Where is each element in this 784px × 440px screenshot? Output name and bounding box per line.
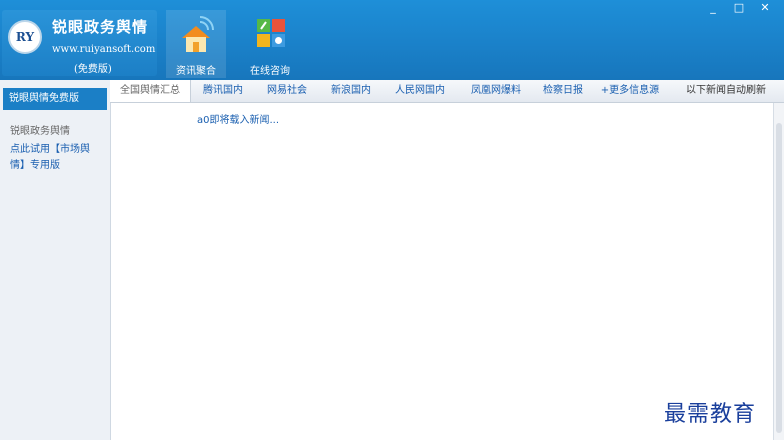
tab-news-aggregation[interactable]: 资讯聚合 (166, 10, 226, 78)
minimize-button[interactable]: _ (700, 0, 726, 16)
maximize-button[interactable]: □ (726, 0, 752, 16)
sidebar-item-free-edition[interactable]: 锐眼舆情免费版 (3, 88, 107, 110)
watermark-text: 最需教育 (664, 402, 757, 427)
close-button[interactable]: ✕ (752, 0, 778, 16)
tab-tencent-domestic[interactable]: 腾讯国内 (192, 80, 254, 102)
loading-message: a0即将载入新闻... (197, 115, 280, 126)
sidebar-heading: 锐眼政务舆情 (10, 126, 70, 137)
tab-online-consult[interactable]: 在线咨询 (240, 10, 300, 78)
tab-ifeng-tips[interactable]: 凤凰网爆料 (460, 80, 532, 102)
tab-more-sources[interactable]: +更多信息源 (594, 80, 666, 102)
scrollbar-thumb[interactable] (776, 123, 782, 433)
content-scrollbar[interactable] (773, 103, 784, 440)
app-logo-icon: RY (8, 20, 42, 54)
app-edition: (免费版) (74, 64, 112, 75)
tab-news-aggregation-label: 资讯聚合 (176, 66, 216, 77)
tab-netease-society[interactable]: 网易社会 (256, 80, 318, 102)
app-logo-block: RY 锐眼政务舆情 www.ruiyansoft.com (免费版) (2, 10, 157, 76)
news-content-area: a0即将载入新闻... (111, 103, 773, 440)
tab-national-summary[interactable]: 全国舆情汇总 (110, 80, 191, 102)
auto-refresh-label: 以下新闻自动刷新 (686, 85, 766, 96)
tab-sina-domestic[interactable]: 新浪国内 (320, 80, 382, 102)
app-url: www.ruiyansoft.com (52, 44, 156, 55)
sidebar-trial-link[interactable]: 点此试用【市场舆情】专用版 (10, 142, 102, 174)
tab-procuratorate-daily[interactable]: 检察日报 (534, 80, 592, 102)
news-source-tabs: 全国舆情汇总 腾讯国内 网易社会 新浪国内 人民网国内 凤凰网爆料 检察日报 +… (110, 80, 784, 103)
tab-people-domestic[interactable]: 人民网国内 (384, 80, 456, 102)
tab-online-consult-label: 在线咨询 (250, 66, 290, 77)
left-sidebar: 锐眼舆情免费版 锐眼政务舆情 点此试用【市场舆情】专用版 (0, 80, 111, 440)
title-bar: RY 锐眼政务舆情 www.ruiyansoft.com (免费版) 资讯聚合 … (0, 0, 784, 80)
window-controls: _ □ ✕ (700, 0, 778, 16)
house-wifi-icon (182, 16, 214, 52)
tools-grid-icon (257, 19, 285, 47)
app-title: 锐眼政务舆情 (52, 18, 149, 36)
